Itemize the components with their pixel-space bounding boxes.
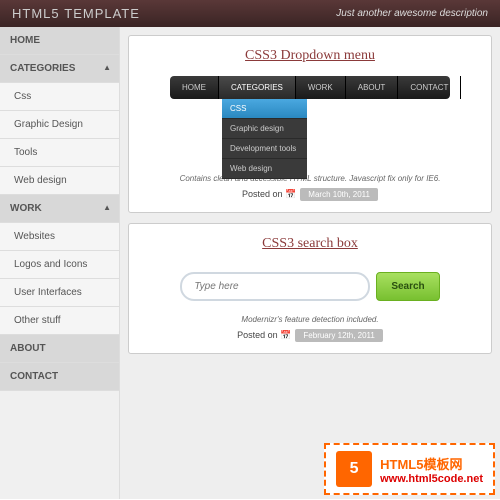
- search-button[interactable]: Search: [376, 272, 439, 301]
- sidebar-item-webdesign[interactable]: Web design: [0, 167, 119, 195]
- card-desc: Contains clean and accessible HTML struc…: [141, 174, 479, 183]
- demo-nav-contact[interactable]: CONTACT: [398, 76, 461, 99]
- demo-sub-web[interactable]: Web design: [222, 159, 307, 179]
- sidebar-item-work[interactable]: WORK▲: [0, 195, 119, 223]
- chevron-up-icon: ▲: [103, 203, 111, 212]
- sidebar-item-tools[interactable]: Tools: [0, 139, 119, 167]
- demo-sub-css[interactable]: CSS: [222, 99, 307, 119]
- posted-line: Posted on 📅March 10th, 2011: [141, 189, 479, 200]
- date-badge: March 10th, 2011: [300, 188, 378, 201]
- demo-nav-categories[interactable]: CATEGORIES: [219, 76, 296, 99]
- demo-nav-work[interactable]: WORK: [296, 76, 346, 99]
- logo-sub: Template: [64, 6, 140, 21]
- search-row: Search: [141, 272, 479, 301]
- card-search: CSS3 search box Search Modernizr's featu…: [128, 223, 492, 354]
- card-title[interactable]: CSS3 search box: [141, 236, 479, 252]
- container: HOME CATEGORIES▲ Css Graphic Design Tool…: [0, 27, 500, 499]
- sidebar-item-other[interactable]: Other stuff: [0, 307, 119, 335]
- sidebar-item-css[interactable]: Css: [0, 83, 119, 111]
- sidebar-item-contact[interactable]: CONTACT: [0, 363, 119, 391]
- calendar-icon: 📅: [280, 330, 291, 340]
- logo-main: HTML5: [12, 6, 60, 21]
- logo[interactable]: HTML5 Template: [12, 6, 140, 21]
- search-input[interactable]: [180, 272, 370, 301]
- sidebar-item-home[interactable]: HOME: [0, 27, 119, 55]
- tagline: Just another awesome description: [336, 8, 488, 19]
- html5-icon: 5: [336, 451, 372, 487]
- demo-submenu: CSS Graphic design Development tools Web…: [222, 99, 307, 179]
- sidebar-item-ui[interactable]: User Interfaces: [0, 279, 119, 307]
- demo-nav-about[interactable]: ABOUT: [346, 76, 399, 99]
- posted-line: Posted on 📅February 12th, 2011: [141, 330, 479, 341]
- header: HTML5 Template Just another awesome desc…: [0, 0, 500, 27]
- sidebar-item-categories[interactable]: CATEGORIES▲: [0, 55, 119, 83]
- main-content: CSS3 Dropdown menu HOME CATEGORIES WORK …: [120, 27, 500, 499]
- sidebar-item-graphic[interactable]: Graphic Design: [0, 111, 119, 139]
- date-badge: February 12th, 2011: [295, 329, 382, 342]
- sidebar: HOME CATEGORIES▲ Css Graphic Design Tool…: [0, 27, 120, 499]
- sidebar-item-about[interactable]: ABOUT: [0, 335, 119, 363]
- calendar-icon: 📅: [285, 189, 296, 199]
- chevron-up-icon: ▲: [103, 63, 111, 72]
- card-dropdown: CSS3 Dropdown menu HOME CATEGORIES WORK …: [128, 35, 492, 213]
- card-desc: Modernizr's feature detection included.: [141, 315, 479, 324]
- demo-nav-home[interactable]: HOME: [170, 76, 219, 99]
- watermark-text: HTML5模板网 www.html5code.net: [380, 454, 483, 485]
- demo-sub-graphic[interactable]: Graphic design: [222, 119, 307, 139]
- card-title[interactable]: CSS3 Dropdown menu: [141, 48, 479, 64]
- sidebar-item-websites[interactable]: Websites: [0, 223, 119, 251]
- demo-sub-dev[interactable]: Development tools: [222, 139, 307, 159]
- sidebar-item-logos[interactable]: Logos and Icons: [0, 251, 119, 279]
- watermark: 5 HTML5模板网 www.html5code.net: [324, 443, 495, 495]
- demo-nav: HOME CATEGORIES WORK ABOUT CONTACT CSS G…: [170, 76, 450, 99]
